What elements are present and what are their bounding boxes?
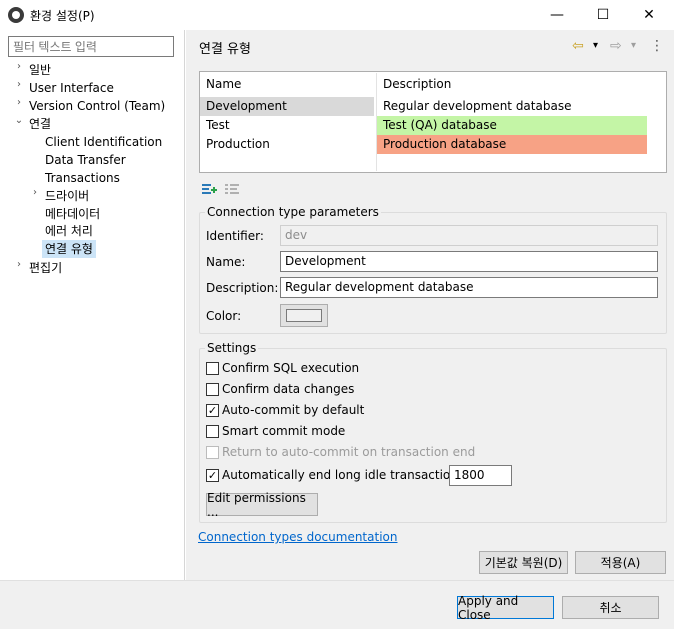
- sidebar-item-drivers[interactable]: 드라이버: [45, 187, 89, 205]
- forward-arrow-icon[interactable]: ⇨: [610, 37, 622, 55]
- maximize-button[interactable]: ☐: [580, 0, 626, 30]
- sidebar-item-version-control[interactable]: Version Control (Team): [29, 97, 165, 115]
- sidebar-item-error-handling[interactable]: 에러 처리: [45, 222, 93, 240]
- confirm-sql-label[interactable]: Confirm SQL execution: [222, 361, 359, 375]
- restore-defaults-button[interactable]: 기본값 복원(D): [479, 551, 568, 574]
- auto-commit-label[interactable]: Auto-commit by default: [222, 403, 364, 417]
- color-swatch: [286, 309, 322, 322]
- expand-chevron-icon[interactable]: ›: [14, 97, 24, 115]
- name-field[interactable]: Development: [280, 251, 658, 272]
- expand-chevron-icon[interactable]: ›: [30, 187, 40, 205]
- page-title: 연결 유형: [199, 42, 251, 57]
- more-options-icon[interactable]: ⋮: [650, 37, 664, 55]
- confirm-data-changes-label[interactable]: Confirm data changes: [222, 382, 354, 396]
- back-arrow-icon[interactable]: ⇦: [572, 37, 584, 55]
- identifier-field: dev: [280, 225, 658, 246]
- expand-chevron-icon[interactable]: ›: [14, 259, 24, 277]
- confirm-data-changes-checkbox[interactable]: [206, 383, 219, 396]
- expand-chevron-icon[interactable]: ›: [14, 79, 24, 97]
- sidebar-item-data-transfer[interactable]: Data Transfer: [45, 151, 126, 169]
- table-row-description[interactable]: Test (QA) database: [377, 116, 647, 135]
- cancel-button[interactable]: 취소: [562, 596, 659, 619]
- sidebar-item-transactions[interactable]: Transactions: [45, 169, 120, 187]
- app-icon: [8, 7, 24, 23]
- column-header-name[interactable]: Name: [206, 77, 241, 91]
- table-row-description[interactable]: Production database: [377, 135, 647, 154]
- smart-commit-checkbox[interactable]: [206, 425, 219, 438]
- smart-commit-label[interactable]: Smart commit mode: [222, 424, 345, 438]
- return-auto-commit-label: Return to auto-commit on transaction end: [222, 445, 476, 459]
- table-row-description[interactable]: Regular development database: [377, 97, 647, 116]
- color-label: Color:: [206, 309, 242, 323]
- description-label: Description:: [206, 281, 279, 295]
- sidebar-item-connections[interactable]: 연결: [29, 115, 51, 133]
- edit-permissions-button[interactable]: Edit permissions ...: [206, 491, 318, 519]
- color-picker-button[interactable]: [280, 304, 328, 327]
- apply-button[interactable]: 적용(A): [575, 551, 666, 574]
- auto-commit-checkbox[interactable]: ✓: [206, 404, 219, 417]
- idle-timeout-field[interactable]: 1800: [449, 465, 512, 486]
- sidebar-item-client-identification[interactable]: Client Identification: [45, 133, 162, 151]
- sidebar-item-general[interactable]: 일반: [29, 61, 51, 79]
- apply-and-close-button[interactable]: Apply and Close: [457, 594, 554, 622]
- description-field[interactable]: Regular development database: [280, 277, 658, 298]
- column-header-description[interactable]: Description: [383, 77, 451, 91]
- table-row-name[interactable]: Development: [200, 97, 374, 116]
- table-row-name[interactable]: Test: [200, 116, 374, 135]
- collapse-chevron-icon[interactable]: ⌄: [14, 115, 24, 133]
- identifier-label: Identifier:: [206, 229, 264, 243]
- add-type-icon[interactable]: [201, 181, 217, 200]
- close-button[interactable]: ✕: [626, 0, 672, 30]
- confirm-sql-checkbox[interactable]: [206, 362, 219, 375]
- remove-type-icon[interactable]: [224, 181, 240, 200]
- minimize-button[interactable]: —: [534, 0, 580, 30]
- connection-types-doc-link[interactable]: Connection types documentation: [198, 530, 397, 544]
- window-title: 환경 설정(P): [30, 9, 95, 23]
- table-row-name[interactable]: Production: [200, 135, 374, 154]
- settings-label: Settings: [205, 341, 259, 355]
- sidebar-item-editors[interactable]: 편집기: [29, 259, 62, 277]
- page-header: [186, 30, 674, 65]
- expand-chevron-icon[interactable]: ›: [14, 61, 24, 79]
- end-idle-transactions-checkbox[interactable]: ✓: [206, 469, 219, 482]
- filter-input[interactable]: [8, 36, 174, 57]
- end-idle-transactions-label[interactable]: Automatically end long idle transactions: [222, 468, 464, 482]
- sidebar-item-connection-types[interactable]: 연결 유형: [42, 240, 96, 258]
- connection-params-label: Connection type parameters: [205, 205, 381, 219]
- sidebar-item-metadata[interactable]: 메타데이터: [45, 205, 100, 223]
- return-auto-commit-checkbox: [206, 446, 219, 459]
- sidebar-item-user-interface[interactable]: User Interface: [29, 79, 114, 97]
- forward-menu-icon[interactable]: ▾: [631, 37, 636, 55]
- back-menu-icon[interactable]: ▾: [593, 37, 598, 55]
- name-label: Name:: [206, 255, 246, 269]
